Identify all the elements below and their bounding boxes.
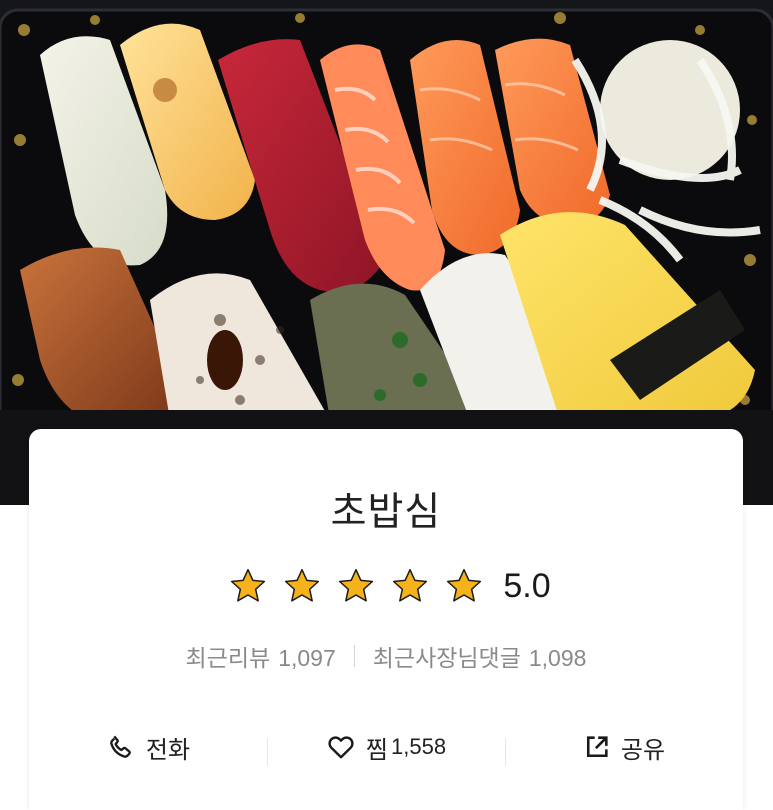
like-button[interactable]: 찜 1,558 [267, 730, 505, 766]
action-bar: 전화 찜 1,558 공유 [29, 725, 743, 769]
store-info-card: 초밥심 5.0 최근리뷰 1,097 최근사장님댓글 1,098 전화 찜 1,558 [29, 429, 743, 810]
heart-icon [328, 736, 354, 759]
like-count: 1,558 [391, 734, 447, 759]
recent-reviews-link[interactable]: 최근리뷰 1,097 [186, 639, 336, 673]
star-icon [339, 568, 374, 602]
store-name: 초밥심 [330, 490, 442, 535]
share-button[interactable]: 공유 [505, 730, 743, 766]
rating-row: 5.0 [29, 565, 743, 607]
rating-score: 5.0 [503, 566, 551, 605]
share-icon [586, 736, 608, 758]
owner-replies-link[interactable]: 최근사장님댓글 1,098 [373, 639, 587, 673]
share-label: 공유 [620, 735, 666, 764]
owner-replies-label: 최근사장님댓글 [372, 646, 521, 672]
star-icon [393, 568, 428, 602]
recent-reviews-label: 최근리뷰 [185, 646, 271, 672]
divider [353, 645, 355, 667]
phone-icon [110, 735, 131, 758]
star-icon [231, 568, 266, 602]
call-button[interactable]: 전화 [29, 730, 267, 765]
recent-reviews-count: 1,097 [278, 645, 336, 671]
owner-replies-count: 1,098 [528, 645, 587, 671]
star-icon [447, 568, 482, 602]
like-label: 찜 [365, 735, 389, 764]
star-icon [285, 568, 320, 602]
call-label: 전화 [145, 735, 191, 764]
review-counts: 최근리뷰 1,097 최근사장님댓글 1,098 [29, 639, 743, 673]
